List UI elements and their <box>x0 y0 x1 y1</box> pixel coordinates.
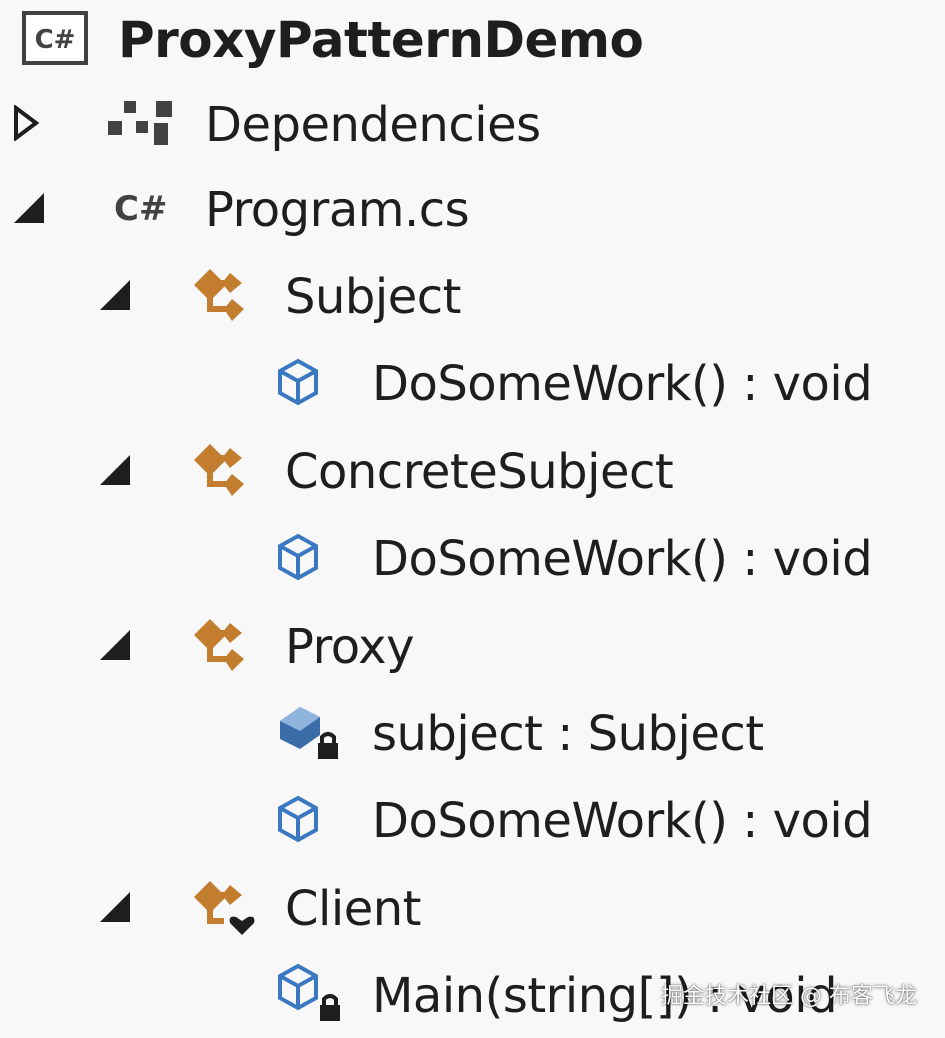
tree-item-subject[interactable]: Subject <box>0 257 945 337</box>
csharp-file-icon: C# <box>112 188 172 232</box>
proxy-label: Proxy <box>285 619 414 675</box>
class-icon <box>192 615 262 679</box>
dependencies-icon <box>106 99 174 151</box>
tree-item-concrete-subject[interactable]: ConcreteSubject <box>0 432 945 512</box>
method-label: DoSomeWork() : void <box>372 793 873 849</box>
svg-text:C#: C# <box>114 189 167 228</box>
method-label: DoSomeWork() : void <box>372 531 873 587</box>
method-label: DoSomeWork() : void <box>372 356 873 412</box>
tree-item-client[interactable]: Client <box>0 869 945 949</box>
subject-label: Subject <box>285 269 461 325</box>
program-label: Program.cs <box>205 182 470 238</box>
collapse-arrow-icon[interactable] <box>98 453 132 491</box>
tree-item-proxy[interactable]: Proxy <box>0 607 945 687</box>
tree-item-project[interactable]: C# ProxyPatternDemo <box>0 0 945 80</box>
dependencies-label: Dependencies <box>205 97 541 153</box>
tree-item-subject-method[interactable]: DoSomeWork() : void <box>0 344 945 424</box>
collapse-arrow-icon[interactable] <box>12 191 46 229</box>
tree-item-proxy-method[interactable]: DoSomeWork() : void <box>0 781 945 861</box>
tree-item-program-cs[interactable]: C# Program.cs <box>0 170 945 250</box>
method-icon <box>276 533 320 585</box>
concrete-subject-label: ConcreteSubject <box>285 444 674 500</box>
tree-item-concrete-method[interactable]: DoSomeWork() : void <box>0 519 945 599</box>
method-icon <box>276 358 320 410</box>
watermark: 掘金技术社区 @ 布客飞龙 <box>661 984 917 1009</box>
class-icon <box>192 265 262 329</box>
client-label: Client <box>285 881 421 937</box>
collapse-arrow-icon[interactable] <box>98 278 132 316</box>
class-icon <box>192 440 262 504</box>
collapse-arrow-icon[interactable] <box>98 628 132 666</box>
expand-arrow-icon[interactable] <box>12 104 40 145</box>
collapse-arrow-icon[interactable] <box>98 890 132 928</box>
project-label: ProxyPatternDemo <box>118 11 644 69</box>
csharp-project-icon: C# <box>20 9 90 71</box>
tree-item-dependencies[interactable]: Dependencies <box>0 85 945 165</box>
svg-text:C#: C# <box>35 25 76 55</box>
internal-class-icon <box>192 877 262 941</box>
method-icon <box>276 795 320 847</box>
field-label: subject : Subject <box>372 706 764 762</box>
private-method-icon <box>276 963 346 1029</box>
private-field-icon <box>274 701 344 767</box>
tree-item-proxy-field[interactable]: subject : Subject <box>0 694 945 774</box>
